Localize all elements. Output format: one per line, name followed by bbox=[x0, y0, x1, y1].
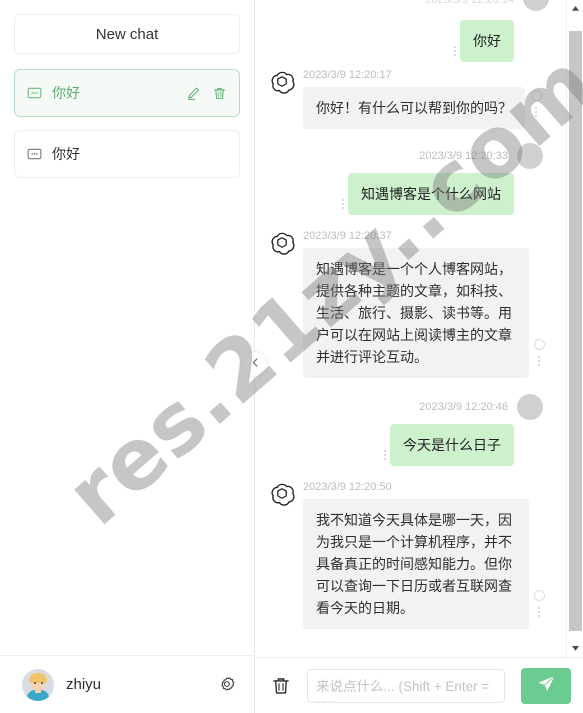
message-input-wrapper[interactable] bbox=[307, 668, 505, 703]
message-user-3: 2023/3/9 12:20:46 今天是什么日子 bbox=[265, 394, 549, 466]
message-body: 知遇博客是个什么网站 bbox=[342, 173, 549, 215]
message-actions bbox=[529, 499, 549, 629]
more-vertical-icon[interactable] bbox=[454, 46, 456, 62]
more-vertical-icon[interactable] bbox=[384, 450, 386, 466]
message-timestamp: 2023/3/9 12:20:17 bbox=[303, 69, 392, 81]
openai-logo-icon bbox=[269, 231, 295, 262]
pencil-icon[interactable] bbox=[186, 86, 201, 101]
message-body: 我不知道今天具体是哪一天，因为我只是一个计算机程序，并不具备真正的时间感知能力。… bbox=[303, 499, 549, 629]
message-body: 今天是什么日子 bbox=[384, 424, 549, 466]
new-chat-label: New chat bbox=[95, 25, 159, 43]
message-input[interactable] bbox=[308, 669, 504, 702]
openai-logo-icon bbox=[269, 482, 295, 513]
scrollbar-thumb[interactable] bbox=[569, 31, 582, 631]
conversation-actions bbox=[186, 86, 227, 101]
sidebar: New chat 你好 你好 zhiyu bbox=[0, 0, 255, 713]
message-bubble: 知遇博客是个什么网站 bbox=[348, 173, 514, 215]
conversation-title: 你好 bbox=[52, 146, 80, 162]
message-scroll-area[interactable]: 2023/3/9 12:20:14 你好 2023/3/9 12:20:17 你… bbox=[255, 0, 583, 657]
circle-icon[interactable] bbox=[533, 339, 545, 350]
message-timestamp: 2023/3/9 12:20:33 bbox=[419, 150, 508, 162]
sidebar-content: New chat 你好 你好 bbox=[0, 0, 254, 655]
message-header: 2023/3/9 12:20:50 我不知道今天具体是哪一天，因为我只是一个计算… bbox=[269, 480, 549, 629]
message-body: 知遇博客是一个个人博客网站，提供各种主题的文章，如科技、生活、旅行、摄影、读书等… bbox=[303, 248, 549, 378]
message-content: 2023/3/9 12:20:37 知遇博客是一个个人博客网站，提供各种主题的文… bbox=[303, 229, 549, 378]
message-timestamp: 2023/3/9 12:20:50 bbox=[303, 481, 392, 493]
message-list: 2023/3/9 12:20:14 你好 2023/3/9 12:20:17 你… bbox=[265, 0, 549, 629]
send-plane-icon bbox=[536, 673, 557, 699]
message-body: 你好！有什么可以帮到你的吗？ bbox=[303, 87, 549, 129]
trash-icon[interactable] bbox=[212, 86, 227, 101]
conversation-title: 你好 bbox=[52, 85, 80, 101]
message-bot-1: 2023/3/9 12:20:17 你好！有什么可以帮到你的吗？ bbox=[265, 68, 549, 129]
send-button[interactable] bbox=[521, 667, 571, 704]
message-bubble: 今天是什么日子 bbox=[390, 424, 514, 466]
message-body: 你好 bbox=[454, 20, 549, 62]
message-user-1: 2023/3/9 12:20:14 你好 bbox=[265, 0, 549, 62]
scrollbar[interactable] bbox=[566, 0, 583, 657]
user-name: zhiyu bbox=[66, 676, 102, 693]
chat-bubble-icon bbox=[27, 147, 42, 162]
message-timestamp: 2023/3/9 12:20:37 bbox=[303, 230, 392, 242]
sidebar-footer: zhiyu bbox=[0, 655, 254, 713]
scrollbar-track[interactable] bbox=[567, 17, 583, 640]
new-chat-button[interactable]: New chat bbox=[14, 14, 240, 54]
message-bot-2: 2023/3/9 12:20:37 知遇博客是一个个人博客网站，提供各种主题的文… bbox=[265, 229, 549, 378]
chat-bubble-icon bbox=[27, 86, 42, 101]
more-vertical-icon[interactable] bbox=[535, 107, 537, 123]
message-header: 2023/3/9 12:20:14 bbox=[265, 0, 549, 16]
message-actions bbox=[529, 248, 549, 378]
message-bot-3: 2023/3/9 12:20:50 我不知道今天具体是哪一天，因为我只是一个计算… bbox=[265, 480, 549, 629]
message-composer bbox=[255, 657, 583, 713]
avatar[interactable] bbox=[517, 143, 543, 169]
message-timestamp: 2023/3/9 12:20:14 bbox=[425, 0, 514, 6]
message-bubble: 我不知道今天具体是哪一天，因为我只是一个计算机程序，并不具备真正的时间感知能力。… bbox=[303, 499, 529, 629]
message-user-2: 2023/3/9 12:20:33 知遇博客是个什么网站 bbox=[265, 143, 549, 215]
message-content: 2023/3/9 12:20:17 你好！有什么可以帮到你的吗？ bbox=[303, 68, 549, 129]
sidebar-item-conversation-2[interactable]: 你好 bbox=[14, 130, 240, 178]
circle-icon[interactable] bbox=[533, 590, 545, 601]
avatar[interactable] bbox=[523, 0, 549, 11]
message-header: 2023/3/9 12:20:37 知遇博客是一个个人博客网站，提供各种主题的文… bbox=[269, 229, 549, 378]
avatar[interactable] bbox=[517, 394, 543, 420]
message-header: 2023/3/9 12:20:33 bbox=[265, 143, 549, 169]
message-bubble: 知遇博客是一个个人博客网站，提供各种主题的文章，如科技、生活、旅行、摄影、读书等… bbox=[303, 248, 529, 378]
chat-app: New chat 你好 你好 zhiyu 2023/3/9 12:20:14 你… bbox=[0, 0, 583, 713]
caret-down-icon[interactable] bbox=[567, 640, 583, 657]
gear-icon[interactable] bbox=[217, 675, 236, 694]
caret-up-icon[interactable] bbox=[567, 0, 583, 17]
sidebar-item-conversation-1[interactable]: 你好 bbox=[14, 69, 240, 117]
message-content: 2023/3/9 12:20:50 我不知道今天具体是哪一天，因为我只是一个计算… bbox=[303, 480, 549, 629]
chat-main: 2023/3/9 12:20:14 你好 2023/3/9 12:20:17 你… bbox=[243, 0, 583, 713]
clear-conversation-trash-icon[interactable] bbox=[271, 676, 291, 696]
more-vertical-icon[interactable] bbox=[342, 199, 344, 215]
message-header: 2023/3/9 12:20:17 你好！有什么可以帮到你的吗？ bbox=[269, 68, 549, 129]
message-bubble: 你好 bbox=[460, 20, 514, 62]
circle-icon[interactable] bbox=[530, 90, 542, 101]
chevron-left-icon bbox=[250, 355, 261, 373]
avatar[interactable] bbox=[22, 668, 54, 701]
message-header: 2023/3/9 12:20:46 bbox=[265, 394, 549, 420]
message-timestamp: 2023/3/9 12:20:46 bbox=[419, 401, 508, 413]
message-actions bbox=[525, 87, 547, 129]
more-vertical-icon[interactable] bbox=[538, 607, 540, 623]
message-bubble: 你好！有什么可以帮到你的吗？ bbox=[303, 87, 525, 129]
more-vertical-icon[interactable] bbox=[538, 356, 540, 372]
openai-logo-icon bbox=[269, 70, 295, 101]
sidebar-collapse-button[interactable] bbox=[243, 352, 267, 376]
